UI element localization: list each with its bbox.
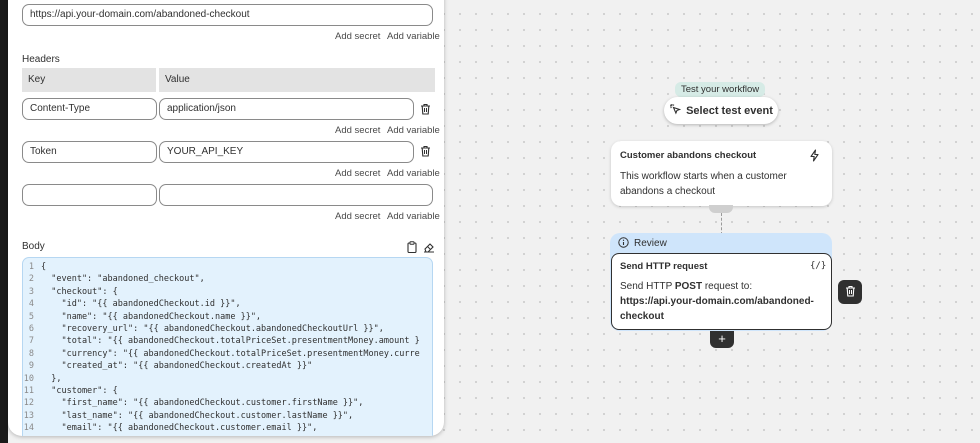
code-line: 4 "id": "{{ abandonedCheckout.id }}",: [23, 298, 432, 310]
line-number: 13: [23, 410, 34, 421]
action-title: Send HTTP request: [620, 261, 708, 272]
trash-icon[interactable]: [417, 143, 433, 159]
code-line: 14 "email": "{{ abandonedCheckout.custom…: [23, 422, 432, 434]
code-line: 9 "created_at": "{{ abandonedCheckout.cr…: [23, 360, 432, 372]
line-number: 9: [28, 361, 34, 372]
url-add-variable-link[interactable]: Add variable: [387, 31, 440, 42]
code-text: "email": "{{ abandonedCheckout.customer.…: [41, 423, 318, 434]
line-number: 14: [23, 423, 34, 434]
line-number: 6: [28, 324, 34, 335]
code-text: },: [41, 373, 62, 384]
code-line: 10 },: [23, 373, 432, 385]
header-key-input[interactable]: Token: [22, 141, 157, 163]
trash-icon[interactable]: [417, 101, 433, 117]
http-method: POST: [674, 281, 703, 292]
http-request-settings-panel: https://api.your-domain.com/abandoned-ch…: [8, 0, 444, 436]
header-add-secret-link[interactable]: Add secret: [335, 125, 380, 136]
headers-label: Headers: [22, 54, 60, 65]
header-add-secret-link[interactable]: Add secret: [335, 211, 380, 222]
code-line: 2 "event": "abandoned_checkout",: [23, 273, 432, 285]
eraser-icon[interactable]: [421, 239, 437, 255]
code-line: 13 "last_name": "{{ abandonedCheckout.cu…: [23, 410, 432, 422]
connector-line: [721, 213, 722, 235]
code-text: "created_at": "{{ abandonedCheckout.crea…: [41, 361, 313, 372]
url-input[interactable]: https://api.your-domain.com/abandoned-ch…: [22, 4, 433, 26]
line-number: 2: [28, 274, 34, 285]
trigger-description-line2: abandons a checkout: [620, 186, 716, 197]
code-text: "currency": "{{ abandonedCheckout.totalP…: [41, 348, 420, 359]
code-text: "customer": {: [41, 386, 118, 397]
header-add-variable-link[interactable]: Add variable: [387, 168, 440, 179]
delete-step-button[interactable]: [838, 280, 862, 304]
code-line: 1{: [23, 261, 432, 273]
url-add-secret-link[interactable]: Add secret: [335, 31, 380, 42]
line-number: 8: [28, 348, 34, 359]
headers-value-column: Value: [159, 68, 435, 92]
add-step-button[interactable]: +: [710, 331, 734, 348]
clipboard-icon[interactable]: [404, 239, 420, 255]
line-number: 12: [23, 398, 34, 409]
trigger-connector: [709, 205, 733, 213]
trigger-card[interactable]: Customer abandons checkout This workflow…: [611, 141, 832, 206]
line-number: 1: [28, 262, 34, 272]
code-line: 3 "checkout": {: [23, 286, 432, 298]
body-label: Body: [22, 241, 45, 252]
send-http-request-card[interactable]: Send HTTP request {/} Send HTTP POST req…: [611, 253, 832, 330]
header-add-variable-link[interactable]: Add variable: [387, 125, 440, 136]
line-number: 4: [28, 299, 34, 310]
trash-icon: [845, 285, 856, 300]
action-text-suffix: request to:: [702, 281, 753, 292]
trigger-description-line1: This workflow starts when a customer: [620, 171, 787, 182]
code-line: 7 "total": "{{ abandonedCheckout.totalPr…: [23, 335, 432, 347]
code-line: 12 "first_name": "{{ abandonedCheckout.c…: [23, 397, 432, 409]
code-text: "event": "abandoned_checkout",: [41, 274, 205, 285]
header-key-input[interactable]: [22, 184, 157, 206]
code-text: "recovery_url": "{{ abandonedCheckout.ab…: [41, 324, 384, 335]
code-line: 11 "customer": {: [23, 385, 432, 397]
code-text: "first_name": "{{ abandonedCheckout.cust…: [41, 398, 364, 409]
header-value-input[interactable]: application/json: [159, 98, 414, 120]
line-number: 5: [28, 311, 34, 322]
select-test-event-label: Select test event: [686, 104, 773, 117]
line-number: 10: [23, 373, 34, 384]
code-text: "total": "{{ abandonedCheckout.totalPric…: [41, 336, 420, 347]
header-value-input[interactable]: [159, 184, 433, 206]
info-icon: [618, 237, 629, 251]
line-number: 3: [28, 286, 34, 297]
select-test-event-button[interactable]: Select test event: [664, 97, 778, 124]
action-url-line1: https://api.your-domain.com/abandoned-: [620, 296, 814, 307]
code-icon: {/}: [810, 261, 827, 271]
code-text: "id": "{{ abandonedCheckout.id }}",: [41, 299, 241, 310]
header-key-input[interactable]: Content-Type: [22, 98, 157, 120]
lightning-icon: [809, 149, 820, 165]
body-code-editor[interactable]: 1{2 "event": "abandoned_checkout", 3 "che…: [22, 257, 433, 436]
line-number: 7: [28, 336, 34, 347]
review-label: Review: [634, 238, 667, 249]
header-value-input[interactable]: YOUR_API_KEY: [159, 141, 414, 163]
headers-key-column: Key: [22, 68, 156, 92]
code-text: "name": "{{ abandonedCheckout.name }}",: [41, 311, 262, 322]
window-edge: [0, 0, 8, 443]
trigger-title: Customer abandons checkout: [620, 150, 757, 161]
header-add-variable-link[interactable]: Add variable: [387, 211, 440, 222]
code-text: "checkout": {: [41, 286, 118, 297]
code-text: "last_name": "{{ abandonedCheckout.custo…: [41, 410, 354, 421]
line-number: 11: [23, 386, 34, 397]
test-workflow-badge: Test your workflow: [675, 82, 766, 97]
code-line: 6 "recovery_url": "{{ abandonedCheckout.…: [23, 323, 432, 335]
code-lines: 1{2 "event": "abandoned_checkout", 3 "che…: [23, 261, 432, 435]
code-line: 8 "currency": "{{ abandonedCheckout.tota…: [23, 348, 432, 360]
action-text-prefix: Send HTTP: [620, 281, 675, 292]
action-url-line2: checkout: [620, 311, 664, 322]
header-add-secret-link[interactable]: Add secret: [335, 168, 380, 179]
action-description: Send HTTP POST request to:: [620, 279, 752, 294]
cursor-click-icon: [669, 103, 682, 118]
code-line: 5 "name": "{{ abandonedCheckout.name }}"…: [23, 311, 432, 323]
code-text: {: [41, 262, 47, 272]
